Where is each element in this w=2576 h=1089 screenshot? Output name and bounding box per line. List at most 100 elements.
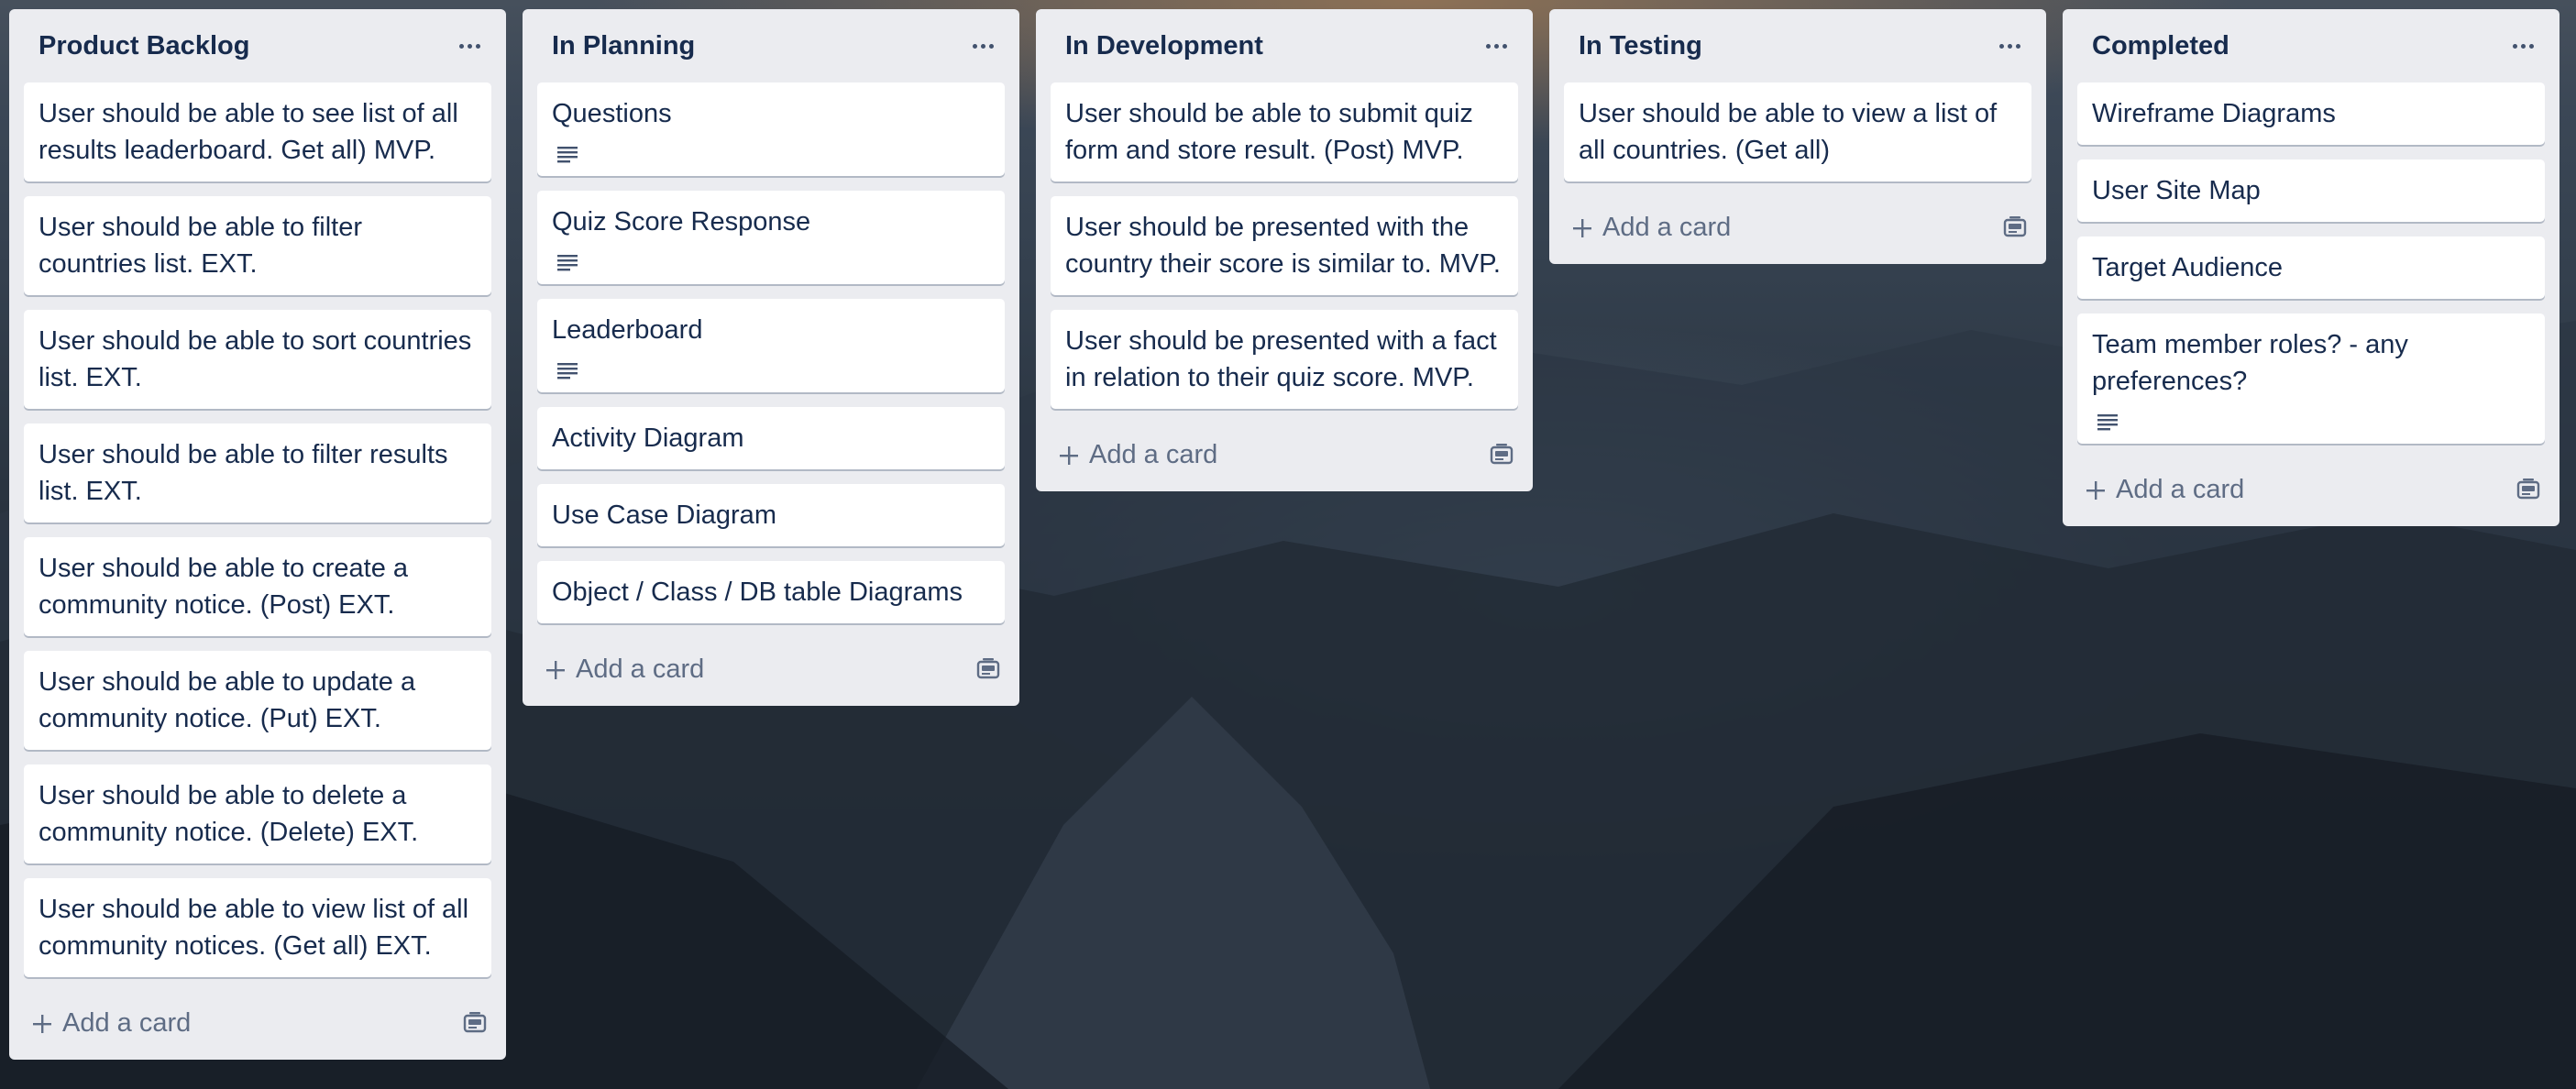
plus-icon [1571, 216, 1593, 238]
list-title[interactable]: Completed [2092, 31, 2229, 61]
description-lines-icon [556, 139, 579, 163]
list-footer: Add a card [1564, 192, 2031, 262]
menu-dot [1998, 43, 2004, 49]
card-title: User should be presented with the countr… [1065, 213, 1501, 279]
card-title: Leaderboard [552, 315, 703, 345]
card-title: User Site Map [2092, 176, 2261, 205]
list-title[interactable]: Product Backlog [39, 31, 249, 61]
card[interactable]: User should be able to create a communit… [24, 537, 491, 636]
menu-dot [475, 43, 480, 49]
card-title: User should be able to submit quiz form … [1065, 99, 1473, 165]
menu-dot [972, 43, 977, 49]
add-card-button[interactable]: Add a card [31, 1008, 191, 1039]
card[interactable]: User should be able to view a list of al… [1564, 82, 2031, 182]
list-header: In Testing [1564, 9, 2031, 82]
list-title[interactable]: In Testing [1579, 31, 1702, 61]
card[interactable]: User should be able to filter countries … [24, 196, 491, 295]
add-card-button[interactable]: Add a card [1058, 440, 1217, 470]
list-footer: Add a card [1051, 420, 1518, 490]
menu-dot [2007, 43, 2012, 49]
card-title: User should be presented with a fact in … [1065, 326, 1497, 392]
card[interactable]: User should be able to update a communit… [24, 651, 491, 750]
card-list: Questions Quiz Score Response Leaderboard A… [537, 82, 1005, 638]
description-lines-icon [556, 356, 579, 380]
card[interactable]: Object / Class / DB table Diagrams [537, 561, 1005, 623]
more-horizontal-icon[interactable] [961, 24, 1005, 68]
add-card-label: Add a card [1602, 212, 1732, 242]
card[interactable]: User Site Map [2077, 160, 2545, 222]
card-title: Activity Diagram [552, 424, 744, 453]
plus-icon [545, 658, 567, 680]
list-header: In Development [1051, 9, 1518, 82]
list-completed: Completed Wireframe Diagrams User Site Map… [2063, 9, 2559, 526]
card[interactable]: Use Case Diagram [537, 484, 1005, 546]
more-horizontal-icon[interactable] [1987, 24, 2031, 68]
card[interactable]: User should be presented with the countr… [1051, 196, 1518, 295]
menu-dot [2528, 43, 2534, 49]
card-template-icon[interactable] [975, 656, 1001, 682]
menu-dot [1502, 43, 1507, 49]
card-template-icon[interactable] [2515, 477, 2541, 502]
card[interactable]: User should be able to delete a communit… [24, 764, 491, 864]
more-horizontal-icon[interactable] [447, 24, 491, 68]
card-title: User should be able to filter countries … [39, 213, 363, 279]
list-title[interactable]: In Planning [552, 31, 695, 61]
card[interactable]: Target Audience [2077, 236, 2545, 299]
list-header: Product Backlog [24, 9, 491, 82]
board-canvas: Product Backlog User should be able to se… [9, 9, 2559, 1060]
list-in-testing: In Testing User should be able to view a … [1549, 9, 2046, 264]
card[interactable]: User should be able to filter results li… [24, 424, 491, 522]
list-footer: Add a card [24, 988, 491, 1058]
card-title: User should be able to delete a communit… [39, 781, 419, 847]
card[interactable]: User should be able to sort countries li… [24, 310, 491, 409]
add-card-label: Add a card [1089, 439, 1218, 469]
add-card-button[interactable]: Add a card [2085, 475, 2244, 505]
list-header: Completed [2077, 9, 2545, 82]
card-template-icon[interactable] [1489, 442, 1514, 468]
add-card-label: Add a card [2116, 474, 2245, 504]
menu-dot [988, 43, 994, 49]
card-template-icon[interactable] [462, 1010, 488, 1036]
menu-dot [1493, 43, 1499, 49]
list-header: In Planning [537, 9, 1005, 82]
plus-icon [31, 1012, 53, 1034]
card-title: Wireframe Diagrams [2092, 99, 2336, 128]
list-title[interactable]: In Development [1065, 31, 1263, 61]
card[interactable]: User should be able to submit quiz form … [1051, 82, 1518, 182]
list-product-backlog: Product Backlog User should be able to se… [9, 9, 506, 1060]
card-list: User should be able to view a list of al… [1564, 82, 2031, 196]
card[interactable]: User should be able to see list of all r… [24, 82, 491, 182]
card[interactable]: Leaderboard [537, 299, 1005, 392]
card-title: User should be able to view a list of al… [1579, 99, 1998, 165]
menu-dot [2520, 43, 2526, 49]
card-list: User should be able to see list of all r… [24, 82, 491, 992]
card[interactable]: Questions [537, 82, 1005, 176]
card[interactable]: Team member roles? - any preferences? [2077, 314, 2545, 444]
plus-icon [2085, 478, 2107, 500]
card-title: Object / Class / DB table Diagrams [552, 578, 963, 607]
menu-dot [2015, 43, 2020, 49]
card-title: User should be able to view list of all … [39, 895, 469, 961]
list-footer: Add a card [537, 634, 1005, 704]
card-title: User should be able to filter results li… [39, 440, 448, 506]
card[interactable]: User should be able to view list of all … [24, 878, 491, 977]
card-title: User should be able to sort countries li… [39, 326, 472, 392]
card-list: User should be able to submit quiz form … [1051, 82, 1518, 424]
card-list: Wireframe Diagrams User Site Map Target Au… [2077, 82, 2545, 458]
card[interactable]: Activity Diagram [537, 407, 1005, 469]
more-horizontal-icon[interactable] [1474, 24, 1518, 68]
card[interactable]: User should be presented with a fact in … [1051, 310, 1518, 409]
menu-dot [980, 43, 985, 49]
description-lines-icon [556, 248, 579, 271]
add-card-label: Add a card [62, 1007, 192, 1038]
add-card-button[interactable]: Add a card [1571, 213, 1731, 243]
card[interactable]: Wireframe Diagrams [2077, 82, 2545, 145]
card-title: Use Case Diagram [552, 500, 776, 530]
more-horizontal-icon[interactable] [2501, 24, 2545, 68]
card[interactable]: Quiz Score Response [537, 191, 1005, 284]
card-template-icon[interactable] [2002, 214, 2028, 240]
add-card-button[interactable]: Add a card [545, 654, 704, 685]
menu-dot [1485, 43, 1491, 49]
card-title: Questions [552, 99, 672, 128]
add-card-label: Add a card [576, 654, 705, 684]
